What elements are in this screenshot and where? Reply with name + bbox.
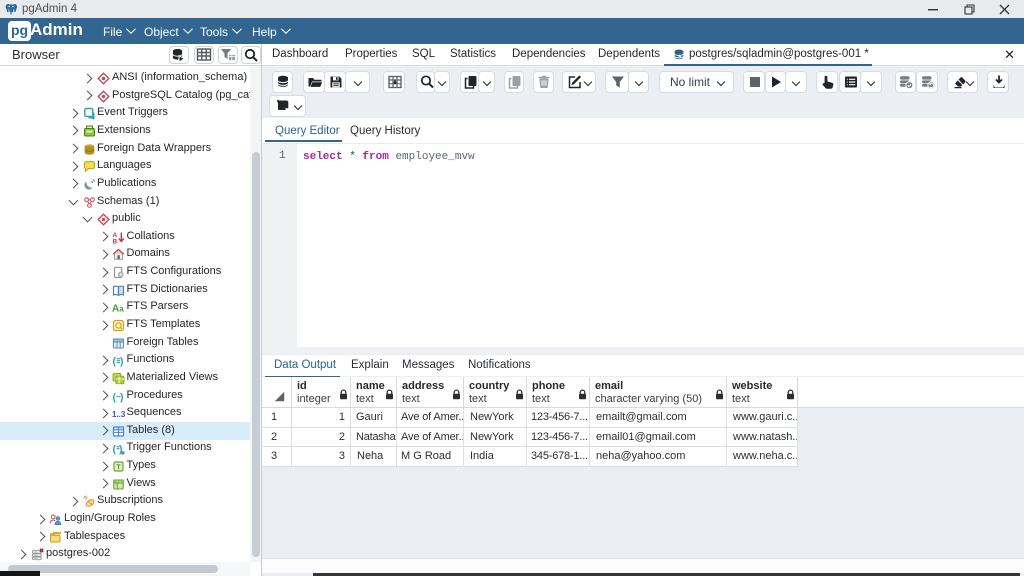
svg-text:A: A bbox=[112, 304, 119, 315]
svg-text:): ) bbox=[120, 356, 124, 368]
svg-text:1..3: 1..3 bbox=[112, 410, 125, 419]
svg-text:B: B bbox=[113, 238, 118, 244]
svg-text:(: ( bbox=[113, 391, 117, 403]
svg-text:(: ( bbox=[113, 444, 117, 456]
svg-text:(: ( bbox=[113, 356, 117, 368]
svg-text:a: a bbox=[119, 305, 124, 314]
svg-text:): ) bbox=[120, 391, 124, 403]
